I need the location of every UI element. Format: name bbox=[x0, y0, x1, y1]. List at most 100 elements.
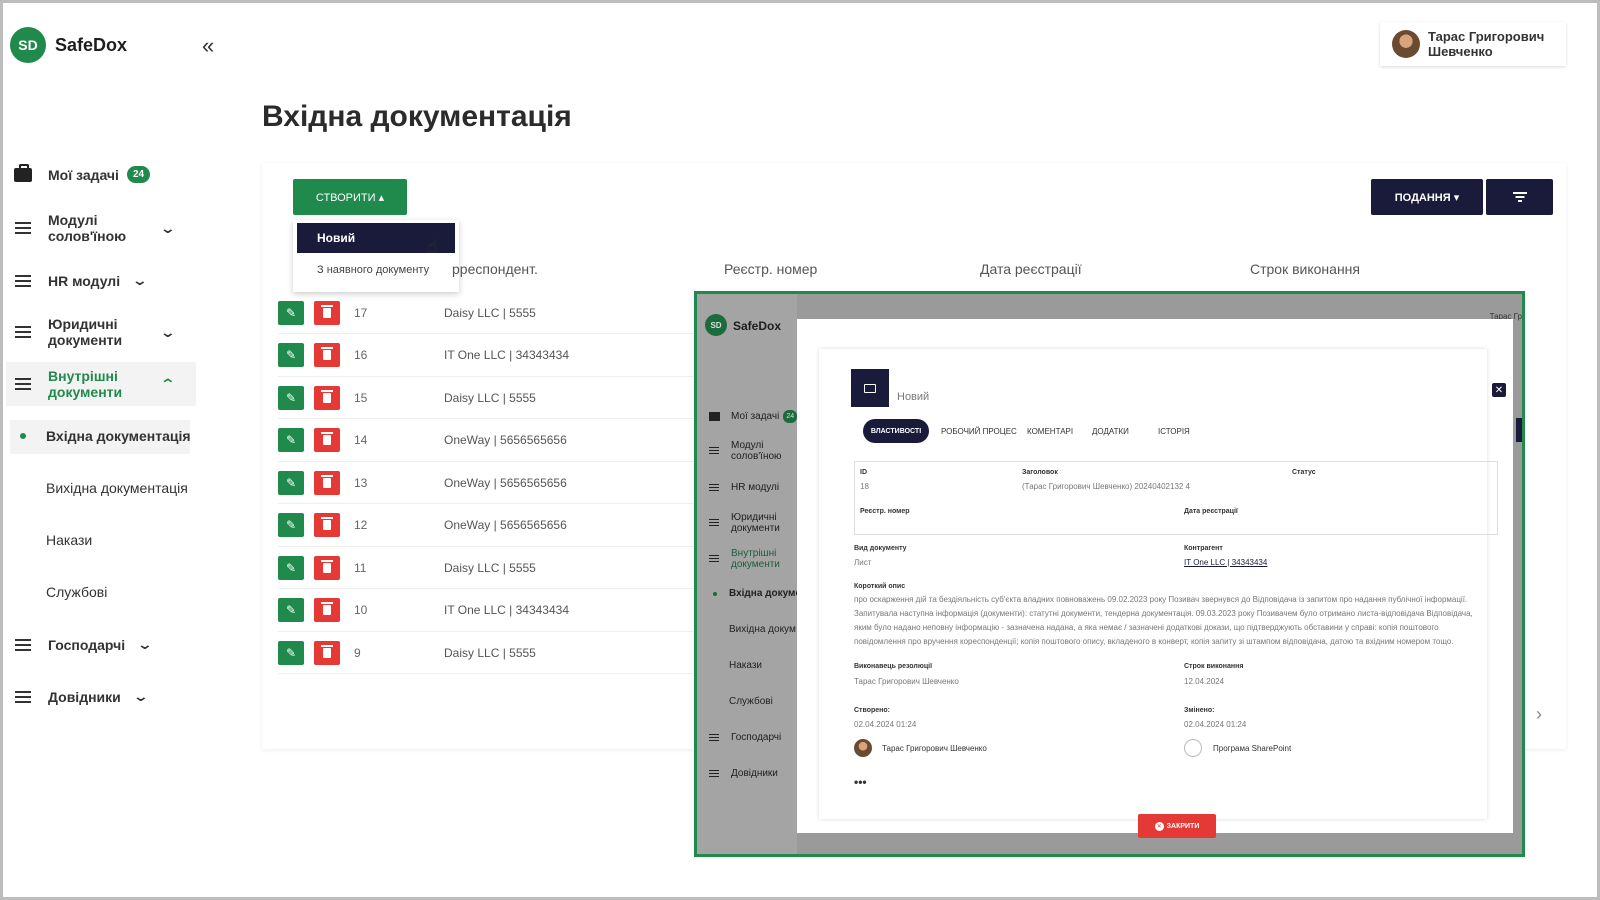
app-logo[interactable]: SD bbox=[10, 27, 46, 63]
sidebar-item-legal[interactable]: Юридичні документи ⌄ bbox=[12, 316, 176, 348]
sub-item-service[interactable]: Службові bbox=[46, 584, 107, 600]
sidebar-item-modules[interactable]: Модулі солов'їною ⌄ bbox=[12, 212, 176, 244]
overlay-sub-orders: Накази bbox=[729, 660, 762, 671]
edit-button[interactable]: ✎ bbox=[278, 598, 304, 622]
list-icon bbox=[15, 638, 31, 651]
row-correspondent: OneWay | 5656565656 bbox=[444, 475, 567, 490]
tab-workflow[interactable]: РОБОЧИЙ ПРОЦЕС bbox=[941, 427, 1017, 436]
edit-button[interactable]: ✎ bbox=[278, 555, 304, 580]
sidebar-item-economic[interactable]: Господарчі ⌄ bbox=[12, 636, 153, 653]
list-icon bbox=[709, 447, 719, 455]
tab-comments[interactable]: КОМЕНТАРІ bbox=[1027, 427, 1073, 436]
user-profile[interactable]: Тарас Григорович Шевченко bbox=[1380, 22, 1566, 66]
folder-icon bbox=[851, 369, 889, 407]
list-icon bbox=[15, 222, 31, 234]
tab-attachments[interactable]: ДОДАТКИ bbox=[1092, 427, 1129, 436]
column-header-reg-date[interactable]: Дата реєстрації bbox=[980, 261, 1082, 277]
id-value: 18 bbox=[860, 482, 869, 491]
user-placeholder-icon bbox=[1184, 739, 1202, 757]
menu-item-from-existing[interactable]: З наявного документу bbox=[317, 264, 429, 276]
chevron-right-icon[interactable]: › bbox=[1536, 704, 1542, 725]
app-name: SafeDox bbox=[55, 35, 128, 55]
delete-button[interactable] bbox=[314, 385, 340, 410]
filter-button[interactable] bbox=[1486, 179, 1553, 215]
collapse-sidebar-icon[interactable]: « bbox=[202, 33, 214, 59]
edit-button[interactable]: ✎ bbox=[278, 300, 304, 325]
table-row[interactable]: ✎ 12 OneWay | 5656565656 bbox=[278, 505, 694, 547]
trash-icon bbox=[321, 602, 333, 615]
sub-item-outgoing[interactable]: Вихідна документація bbox=[46, 480, 188, 496]
overlay-nav-modules: Модулі солов'їною bbox=[709, 440, 782, 462]
pencil-icon: ✎ bbox=[285, 645, 297, 660]
sub-item-orders[interactable]: Накази bbox=[46, 532, 92, 548]
tab-history[interactable]: ІСТОРІЯ bbox=[1158, 427, 1190, 436]
description-label: Короткий опис bbox=[854, 583, 906, 590]
pencil-icon: ✎ bbox=[285, 433, 297, 447]
more-icon[interactable]: ••• bbox=[854, 775, 867, 789]
list-icon bbox=[709, 733, 719, 742]
delete-button[interactable] bbox=[314, 300, 340, 325]
row-id: 9 bbox=[354, 645, 361, 660]
delete-button[interactable] bbox=[314, 555, 340, 580]
table-row[interactable]: ✎ 13 OneWay | 5656565656 bbox=[278, 462, 694, 504]
row-id: 15 bbox=[354, 390, 368, 405]
table-row[interactable]: ✎ 9 Daisy LLC | 5555 bbox=[278, 632, 694, 674]
column-header-correspondent[interactable]: рреспондент. bbox=[452, 261, 538, 277]
overlay-nav-internal: Внутрішні документи bbox=[709, 548, 780, 570]
trash-icon bbox=[321, 432, 333, 445]
pencil-icon: ✎ bbox=[285, 603, 297, 617]
sidebar-item-my-tasks[interactable]: Мої задачі 24 bbox=[12, 163, 151, 183]
delete-button[interactable] bbox=[314, 343, 340, 367]
overlay-app-name: SafeDox bbox=[733, 319, 782, 333]
trash-icon bbox=[321, 347, 333, 360]
sub-item-incoming[interactable]: Вхідна документація bbox=[46, 428, 191, 444]
table-row[interactable]: ✎ 17 Daisy LLC | 5555 bbox=[278, 292, 694, 334]
modified-value: 02.04.2024 01:24 bbox=[1184, 720, 1247, 729]
delete-button[interactable] bbox=[314, 470, 340, 495]
edit-button[interactable]: ✎ bbox=[278, 513, 304, 537]
status-label: Статус bbox=[1292, 469, 1316, 476]
list-icon bbox=[15, 378, 31, 390]
column-header-deadline[interactable]: Строк виконання bbox=[1250, 261, 1360, 277]
column-header-reg-number[interactable]: Реєстр. номер bbox=[724, 261, 817, 277]
deadline-label: Строк виконання bbox=[1184, 663, 1244, 670]
created-label: Створено: bbox=[854, 707, 890, 714]
row-id: 12 bbox=[354, 518, 368, 532]
tab-properties[interactable]: ВЛАСТИВОСТІ bbox=[863, 419, 929, 443]
id-label: ID bbox=[860, 469, 867, 476]
delete-button[interactable] bbox=[314, 640, 340, 665]
avatar bbox=[854, 739, 872, 757]
overlay-nav-economic: Господарчі bbox=[709, 732, 781, 743]
create-button[interactable]: СТВОРИТИ ▴ bbox=[293, 179, 407, 215]
edit-button[interactable]: ✎ bbox=[278, 470, 304, 495]
close-icon[interactable]: ✕ bbox=[1492, 383, 1506, 397]
edit-button[interactable]: ✎ bbox=[278, 428, 304, 452]
close-button[interactable]: ✕ ЗАКРИТИ bbox=[1138, 814, 1216, 838]
row-id: 10 bbox=[354, 603, 368, 617]
briefcase-icon bbox=[14, 163, 32, 182]
delete-button[interactable] bbox=[314, 428, 340, 452]
edit-button[interactable]: ✎ bbox=[278, 385, 304, 410]
doc-type-label: Вид документу bbox=[854, 545, 907, 552]
overlay-nav-hr: HR модулі bbox=[709, 482, 779, 493]
table-row[interactable]: ✎ 11 Daisy LLC | 5555 bbox=[278, 547, 694, 589]
delete-button[interactable] bbox=[314, 598, 340, 622]
reg-date-label: Дата реєстрації bbox=[1184, 508, 1238, 515]
delete-button[interactable] bbox=[314, 513, 340, 537]
briefcase-icon bbox=[709, 412, 720, 421]
sidebar-item-internal[interactable]: Внутрішні документи ⌃ bbox=[6, 362, 196, 406]
edit-button[interactable]: ✎ bbox=[278, 343, 304, 367]
edit-button[interactable]: ✎ bbox=[278, 640, 304, 665]
chevron-down-icon: ⌄ bbox=[132, 688, 149, 704]
table-row[interactable]: ✎ 10 IT One LLC | 34343434 bbox=[278, 590, 694, 632]
trash-icon bbox=[321, 304, 333, 318]
sidebar-item-hr[interactable]: HR модулі ⌄ bbox=[12, 272, 149, 289]
sidebar-item-references[interactable]: Довідники ⌄ bbox=[12, 688, 149, 705]
table-row[interactable]: ✎ 14 OneWay | 5656565656 bbox=[278, 420, 694, 462]
active-dot-icon bbox=[713, 592, 717, 596]
view-button[interactable]: ПОДАННЯ ▾ bbox=[1371, 179, 1483, 215]
chevron-down-icon: ⌄ bbox=[131, 272, 149, 288]
table-row[interactable]: ✎ 15 Daisy LLC | 5555 bbox=[278, 377, 694, 419]
table-row[interactable]: ✎ 16 IT One LLC | 34343434 bbox=[278, 335, 694, 377]
counterparty-link[interactable]: IT One LLC | 34343434 bbox=[1184, 558, 1267, 567]
